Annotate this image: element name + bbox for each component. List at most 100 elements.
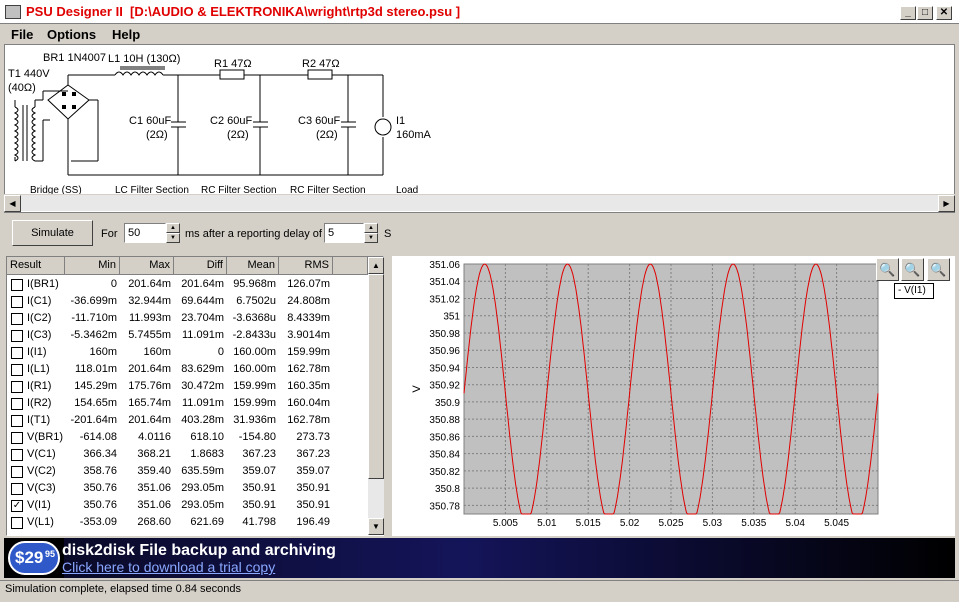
table-row[interactable]: I(C2) -11.710m 11.993m 23.704m -3.6368u 8.433… <box>7 310 368 327</box>
menu-help[interactable]: Help <box>112 27 140 42</box>
ad-link[interactable]: Click here to download a trial copy <box>62 559 275 575</box>
y-tick-label: 350.82 <box>429 467 460 478</box>
scroll-left-button[interactable]: ◀ <box>4 195 21 212</box>
duration-down-button[interactable]: ▼ <box>166 233 180 243</box>
row-name: I(C1) <box>27 295 52 307</box>
x-tick-label: 5.045 <box>824 518 849 529</box>
y-tick-label: 351.02 <box>429 294 460 305</box>
minimize-button[interactable]: _ <box>900 6 916 20</box>
row-mean: 159.99m <box>233 380 276 392</box>
c3-resistance: (2Ω) <box>316 129 338 141</box>
row-checkbox[interactable] <box>11 483 23 495</box>
results-scrollbar[interactable]: ▲ ▼ <box>368 257 384 535</box>
row-checkbox[interactable] <box>11 432 23 444</box>
table-row[interactable]: V(BR1) -614.08 4.0116 618.10 -154.80 273.73 <box>7 429 368 446</box>
table-row[interactable]: V(C1) 366.34 368.21 1.8683 367.23 367.23 <box>7 446 368 463</box>
scroll-down-button[interactable]: ▼ <box>368 518 384 535</box>
row-name: V(C3) <box>27 482 56 494</box>
row-checkbox[interactable] <box>11 279 23 291</box>
row-checkbox[interactable] <box>11 517 23 529</box>
table-row[interactable]: I(R1) 145.29m 175.76m 30.472m 159.99m 160.35m <box>7 378 368 395</box>
ad-banner[interactable]: $29 95 disk2disk File backup and archivi… <box>4 538 955 578</box>
menu-file[interactable]: File <box>11 27 33 42</box>
header-min[interactable]: Min <box>65 257 120 275</box>
table-row[interactable]: I(R2) 154.65m 165.74m 11.091m 159.99m 160.04m <box>7 395 368 412</box>
row-mean: 359.07 <box>242 465 276 477</box>
table-row[interactable]: I(L1) 118.01m 201.64m 83.629m 160.00m 162.78m <box>7 361 368 378</box>
zoom-reset-icon[interactable]: 🔍 <box>927 258 950 281</box>
schematic-panel[interactable]: T1 440V (40Ω) BR1 1N4007 L1 10H (130Ω) R… <box>4 44 955 213</box>
row-rms: 162.78m <box>287 363 330 375</box>
duration-input[interactable]: 50 <box>124 223 166 243</box>
header-result[interactable]: Result <box>7 257 65 275</box>
row-diff: 83.629m <box>181 363 224 375</box>
table-row[interactable]: I(C1) -36.699m 32.944m 69.644m 6.7502u 24.808… <box>7 293 368 310</box>
x-tick-label: 5.035 <box>741 518 766 529</box>
simulate-button[interactable]: Simulate <box>12 220 93 246</box>
scroll-thumb[interactable] <box>368 274 384 479</box>
row-checkbox[interactable] <box>11 364 23 376</box>
x-tick-label: 5.02 <box>620 518 640 529</box>
row-checkbox[interactable] <box>11 449 23 461</box>
zoom-in-icon[interactable]: 🔍 <box>876 258 899 281</box>
br1-label: BR1 1N4007 <box>43 52 106 64</box>
row-diff: 0 <box>217 346 224 358</box>
y-tick-label: 351.04 <box>429 277 460 288</box>
row-max: 201.64m <box>128 414 171 426</box>
row-checkbox[interactable] <box>11 296 23 308</box>
row-rms: 162.78m <box>287 414 330 426</box>
row-name: I(BR1) <box>27 278 59 290</box>
delay-down-button[interactable]: ▼ <box>364 233 378 243</box>
scroll-up-button[interactable]: ▲ <box>368 257 384 274</box>
row-checkbox[interactable] <box>11 381 23 393</box>
zoom-out-icon[interactable]: 🔍 <box>901 258 924 281</box>
status-bar: Simulation complete, elapsed time 0.84 s… <box>0 580 959 602</box>
r1-label: R1 47Ω <box>214 58 252 70</box>
row-name: V(C2) <box>27 465 56 477</box>
header-mean[interactable]: Mean <box>227 257 279 275</box>
row-checkbox[interactable]: ✓ <box>11 500 23 512</box>
row-checkbox[interactable] <box>11 398 23 410</box>
row-rms: 196.49 <box>296 516 330 528</box>
duration-up-button[interactable]: ▲ <box>166 223 180 233</box>
header-diff[interactable]: Diff <box>174 257 227 275</box>
table-row[interactable]: I(C3) -5.3462m 5.7455m 11.091m -2.8433u 3.901… <box>7 327 368 344</box>
row-checkbox[interactable] <box>11 466 23 478</box>
row-checkbox[interactable] <box>11 313 23 325</box>
row-diff: 621.69 <box>190 516 224 528</box>
header-max[interactable]: Max <box>120 257 174 275</box>
plot-panel: 351.06 351.04 351.02 351 350.98 350.96 350.94 3… <box>392 256 955 536</box>
close-button[interactable]: ✕ <box>936 6 952 20</box>
delay-up-button[interactable]: ▲ <box>364 223 378 233</box>
delay-input[interactable]: 5 <box>324 223 364 243</box>
row-min: 358.76 <box>83 465 117 477</box>
app-icon <box>5 5 21 19</box>
c1-resistance: (2Ω) <box>146 129 168 141</box>
maximize-button[interactable]: □ <box>917 6 933 20</box>
row-checkbox[interactable] <box>11 415 23 427</box>
x-tick-label: 5.015 <box>576 518 601 529</box>
table-row[interactable]: V(L1) -353.09 268.60 621.69 41.798 196.49 <box>7 514 368 531</box>
row-mean: 350.91 <box>242 482 276 494</box>
t1-label: T1 440V <box>8 68 50 80</box>
schematic-scrollbar[interactable]: ◀ ▶ <box>4 194 955 212</box>
table-row[interactable]: V(C3) 350.76 351.06 293.05m 350.91 350.91 <box>7 480 368 497</box>
row-rms: 367.23 <box>296 448 330 460</box>
table-row[interactable]: I(T1) -201.64m 201.64m 403.28m 31.936m 162.78… <box>7 412 368 429</box>
x-tick-label: 5.025 <box>658 518 683 529</box>
row-checkbox[interactable] <box>11 330 23 342</box>
table-row[interactable]: ✓ V(I1) 350.76 351.06 293.05m 350.91 350.91 <box>7 497 368 514</box>
row-rms: 126.07m <box>287 278 330 290</box>
header-rms[interactable]: RMS <box>279 257 333 275</box>
row-checkbox[interactable] <box>11 347 23 359</box>
y-tick-label: 350.92 <box>429 381 460 392</box>
table-row[interactable]: I(BR1) 0 201.64m 201.64m 95.968m 126.07m <box>7 276 368 293</box>
table-row[interactable]: V(C2) 358.76 359.40 635.59m 359.07 359.07 <box>7 463 368 480</box>
row-min: 160m <box>89 346 117 358</box>
row-name: I(C3) <box>27 329 52 341</box>
table-row[interactable]: I(I1) 160m 160m 0 160.00m 159.99m <box>7 344 368 361</box>
scroll-right-button[interactable]: ▶ <box>938 195 955 212</box>
menu-options[interactable]: Options <box>47 27 96 42</box>
i1-value: 160mA <box>396 129 431 141</box>
seconds-label: S <box>384 228 392 240</box>
